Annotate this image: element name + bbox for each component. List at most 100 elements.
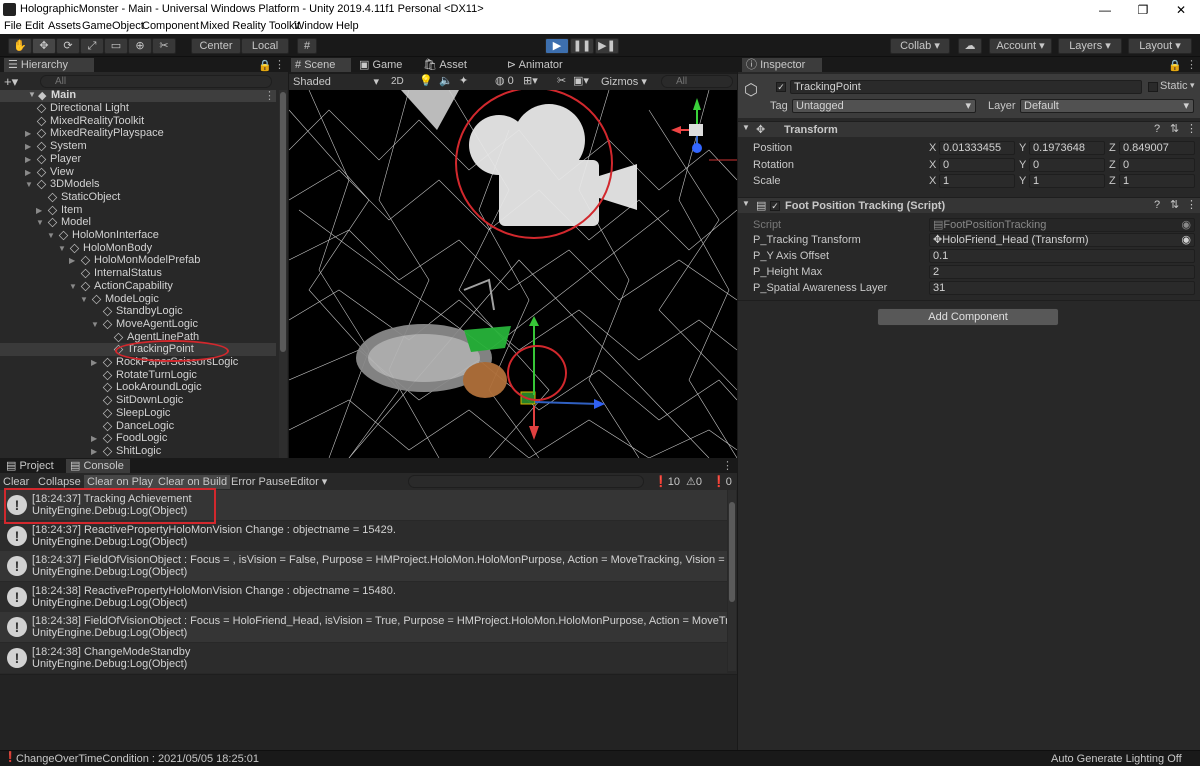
error-pause-toggle[interactable]: Error Pause <box>231 475 290 489</box>
tab-console[interactable]: ▤ Console <box>66 459 130 473</box>
hierarchy-item[interactable]: ▼ ModeLogic <box>0 293 276 306</box>
axis-label[interactable]: Z <box>1109 174 1116 188</box>
hierarchy-item[interactable]: ▼ 3DModels <box>0 178 276 191</box>
clear-on-build-toggle[interactable]: Clear on Build <box>155 475 231 489</box>
hierarchy-search-input[interactable] <box>40 75 272 88</box>
script-help-icon[interactable]: ? <box>1154 199 1160 211</box>
warning-count[interactable]: ⚠0 <box>686 475 702 489</box>
tab-hierarchy[interactable]: ☰ Hierarchy <box>4 58 94 72</box>
menu-assets[interactable]: Assets <box>48 20 81 33</box>
inspector-lock-icon[interactable]: 🔒 <box>1168 59 1182 72</box>
script-component-header[interactable]: ▼ ▤ ✓ Foot Position Tracking (Script) ? … <box>738 197 1200 213</box>
transform-help-icon[interactable]: ? <box>1154 123 1160 135</box>
step-button[interactable]: ▶❚ <box>595 38 619 54</box>
transform-fold-icon[interactable]: ▼ <box>742 123 750 132</box>
pivot-local-button[interactable]: Local <box>241 38 289 54</box>
panel-menu-icon[interactable]: ⋮ <box>274 58 285 71</box>
hierarchy-item[interactable]: ▼ ActionCapability <box>0 280 276 293</box>
hidden-objects-icon[interactable]: ◍ 0 <box>495 74 514 87</box>
tag-dropdown[interactable]: Untagged ▾ <box>792 99 976 113</box>
console-scrollbar[interactable] <box>728 490 736 671</box>
tab-scene[interactable]: # Scene <box>291 58 351 72</box>
spatial-layer-field[interactable]: 31 <box>929 281 1195 295</box>
console-log-row[interactable]: ! [18:24:37] ReactivePropertyHoloMonVisio… <box>0 520 727 551</box>
hierarchy-item[interactable]: ▶ Player <box>0 153 276 166</box>
log-count[interactable]: ❗10 <box>654 475 680 489</box>
tools-icon[interactable]: ✂ <box>557 74 566 87</box>
menu-edit[interactable]: Edit <box>25 20 44 33</box>
static-checkbox[interactable] <box>1148 82 1158 92</box>
expand-arrow-icon[interactable]: ▼ <box>80 293 90 306</box>
scene-menu-icon[interactable]: ⋮ <box>264 89 275 102</box>
transform-preset-icon[interactable]: ⇅ <box>1170 122 1179 135</box>
pause-button[interactable]: ❚❚ <box>570 38 594 54</box>
expand-arrow-icon[interactable]: ▶ <box>25 127 35 140</box>
axis-label[interactable]: Y <box>1019 141 1026 155</box>
shading-dropdown[interactable]: Shaded ▾ <box>291 75 383 89</box>
hierarchy-item[interactable]: DanceLogic <box>0 420 276 433</box>
hierarchy-item[interactable]: ▶ View <box>0 166 276 179</box>
grid-snap-icon[interactable]: # <box>297 38 317 54</box>
console-search-input[interactable] <box>408 475 644 488</box>
rotation-y-field[interactable]: 0 <box>1029 158 1105 172</box>
position-z-field[interactable]: 0.849007 <box>1119 141 1195 155</box>
hierarchy-item[interactable]: ▼ Model <box>0 216 276 229</box>
expand-arrow-icon[interactable]: ▶ <box>25 153 35 166</box>
menu-window[interactable]: Window <box>294 20 333 33</box>
active-checkbox[interactable]: ✓ <box>776 82 786 92</box>
menu-help[interactable]: Help <box>336 20 359 33</box>
editor-dropdown[interactable]: Editor ▾ <box>290 475 327 489</box>
static-dropdown-icon[interactable]: ▾ <box>1190 80 1195 91</box>
expand-arrow-icon[interactable]: ▶ <box>36 204 46 217</box>
position-y-field[interactable]: 0.1973648 <box>1029 141 1105 155</box>
hierarchy-item[interactable]: MixedRealityToolkit <box>0 115 276 128</box>
scene-viewport[interactable] <box>289 90 737 458</box>
scale-z-field[interactable]: 1 <box>1119 174 1195 188</box>
hierarchy-item[interactable]: RotateTurnLogic <box>0 369 276 382</box>
transform-tool-icon[interactable]: ⊕ <box>128 38 152 54</box>
expand-arrow-icon[interactable]: ▼ <box>25 178 35 191</box>
tracking-transform-field[interactable]: ✥HoloFriend_Head (Transform) ◉ <box>929 233 1195 247</box>
gameobject-name-field[interactable]: TrackingPoint <box>790 80 1142 94</box>
expand-arrow-icon[interactable]: ▼ <box>36 216 46 229</box>
y-offset-field[interactable]: 0.1 <box>929 249 1195 263</box>
console-log-row[interactable]: ! [18:24:37] FieldOfVisionObject : Focus … <box>0 551 727 581</box>
transform-menu-icon[interactable]: ⋮ <box>1186 122 1197 135</box>
axis-label[interactable]: X <box>929 158 936 172</box>
tab-asset-store[interactable]: 🛍 Asset Store <box>419 58 495 85</box>
clear-on-play-toggle[interactable]: Clear on Play <box>84 475 157 489</box>
gizmos-dropdown[interactable]: Gizmos ▾ <box>601 75 653 89</box>
hierarchy-item[interactable]: SitDownLogic <box>0 394 276 407</box>
hierarchy-scrollbar[interactable] <box>279 90 287 458</box>
mode-2d-button[interactable]: 2D <box>391 75 409 89</box>
tab-inspector[interactable]: ⓘ Inspector <box>742 58 822 72</box>
console-log-row[interactable]: ! [18:24:38] ReactivePropertyHoloMonVisio… <box>0 581 727 612</box>
axis-label[interactable]: Z <box>1109 158 1116 172</box>
account-dropdown[interactable]: Account ▾ <box>989 38 1052 54</box>
scale-tool-icon[interactable]: ⤢ <box>80 38 104 54</box>
hierarchy-item[interactable]: ▶ Item <box>0 204 276 217</box>
expand-arrow-icon[interactable]: ▶ <box>69 254 79 267</box>
hierarchy-item[interactable]: ▶ MixedRealityPlayspace <box>0 127 276 140</box>
layout-dropdown[interactable]: Layout ▾ <box>1128 38 1192 54</box>
menu-component[interactable]: Component <box>142 20 199 33</box>
axis-label[interactable]: X <box>929 174 936 188</box>
scene-search-input[interactable] <box>661 75 733 88</box>
axis-label[interactable]: Y <box>1019 174 1026 188</box>
hierarchy-item[interactable]: Directional Light <box>0 102 276 115</box>
scene-expand-icon[interactable]: ▼ <box>28 90 36 99</box>
hierarchy-item[interactable]: ▼ HoloMonInterface <box>0 229 276 242</box>
inspector-menu-icon[interactable]: ⋮ <box>1186 58 1197 71</box>
hierarchy-item[interactable]: ▼ HoloMonBody <box>0 242 276 255</box>
hierarchy-item[interactable]: SleepLogic <box>0 407 276 420</box>
scale-y-field[interactable]: 1 <box>1029 174 1105 188</box>
console-log-row[interactable]: ! [18:24:38] FieldOfVisionObject : Focus … <box>0 612 727 642</box>
expand-arrow-icon[interactable]: ▼ <box>91 318 101 331</box>
expand-arrow-icon[interactable]: ▶ <box>91 356 101 369</box>
menu-gameobject[interactable]: GameObject <box>82 20 144 33</box>
close-icon[interactable]: ✕ <box>1162 0 1200 20</box>
collapse-button[interactable]: Collapse <box>38 475 81 489</box>
tab-project[interactable]: ▤ Project <box>2 459 62 473</box>
script-preset-icon[interactable]: ⇅ <box>1170 198 1179 211</box>
audio-icon[interactable]: 🔈 <box>439 74 453 87</box>
